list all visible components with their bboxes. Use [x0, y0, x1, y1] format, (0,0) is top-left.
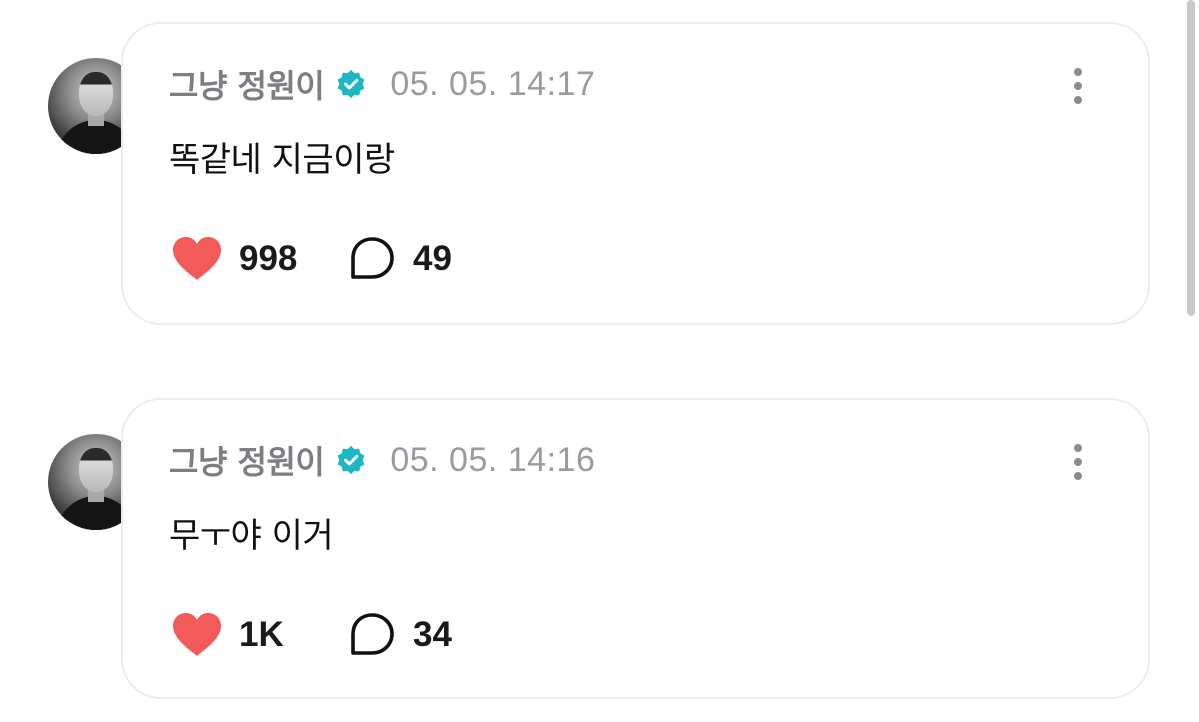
comment-count: 49 [413, 239, 452, 278]
username[interactable]: 그냥 정원이 [169, 61, 325, 107]
feed: 그냥 정원이 05. 05. 14:17 똑같네 지금이랑 998 49 그냥 … [0, 0, 1199, 722]
post-text: 무ㅜ야 이거 [169, 516, 334, 556]
scrollbar[interactable] [1187, 0, 1195, 316]
post-text: 똑같네 지금이랑 [169, 140, 395, 180]
more-vertical-icon[interactable] [1068, 442, 1088, 482]
like-count: 998 [239, 239, 298, 278]
username[interactable]: 그냥 정원이 [169, 437, 325, 483]
like-count: 1K [239, 615, 284, 654]
more-vertical-icon[interactable] [1068, 66, 1088, 106]
comment-bubble-icon[interactable] [349, 612, 395, 658]
heart-icon[interactable] [171, 612, 223, 658]
post-header: 그냥 정원이 05. 05. 14:16 [169, 437, 596, 483]
verified-badge-icon [337, 446, 365, 474]
verified-badge-icon [337, 70, 365, 98]
post-timestamp: 05. 05. 14:17 [390, 64, 596, 103]
heart-icon[interactable] [171, 236, 223, 282]
post-timestamp: 05. 05. 14:16 [390, 440, 596, 479]
comment-count: 34 [413, 615, 452, 654]
avatar-face [79, 72, 113, 116]
post-actions: 998 49 [171, 236, 452, 282]
avatar-face [79, 448, 113, 492]
post-card[interactable]: 그냥 정원이 05. 05. 14:16 무ㅜ야 이거 1K 34 [121, 398, 1150, 699]
post-card[interactable]: 그냥 정원이 05. 05. 14:17 똑같네 지금이랑 998 49 [121, 22, 1150, 325]
post-header: 그냥 정원이 05. 05. 14:17 [169, 61, 596, 107]
post-actions: 1K 34 [171, 612, 452, 658]
comment-bubble-icon[interactable] [349, 236, 395, 282]
